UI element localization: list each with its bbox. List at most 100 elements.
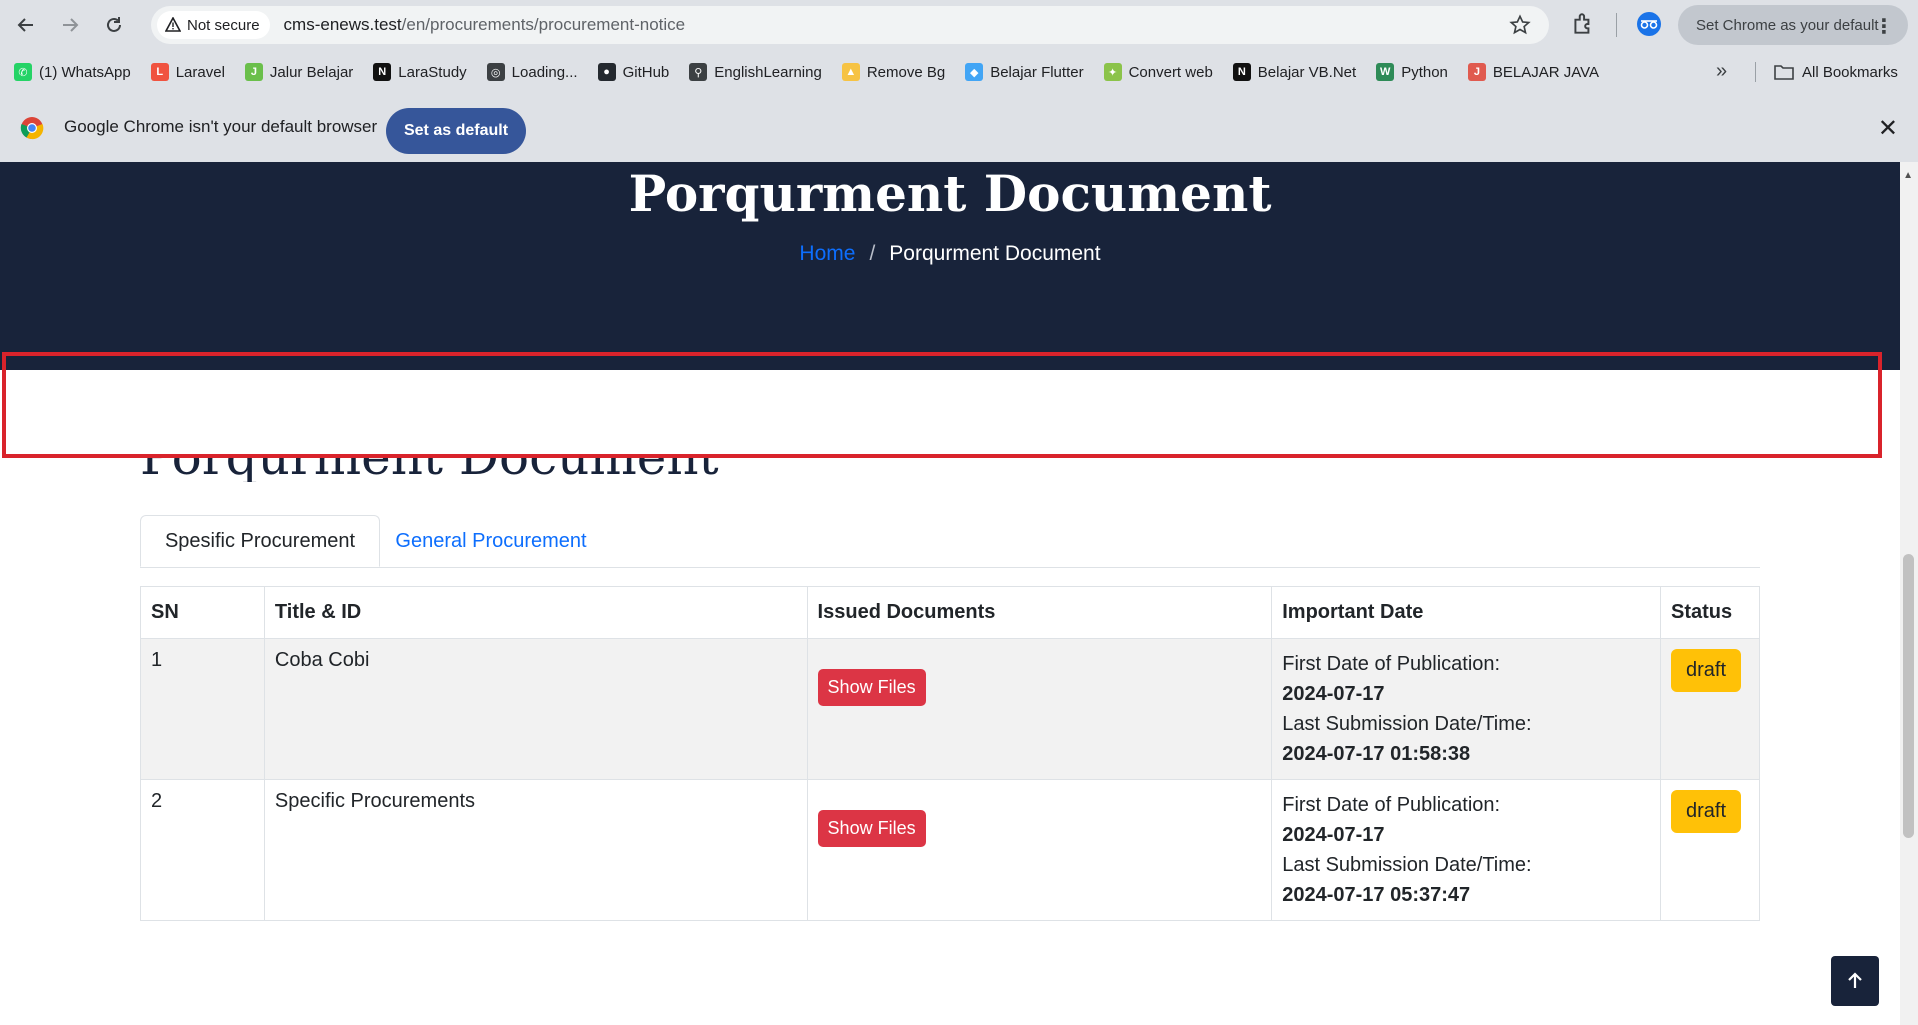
cell-sn: 2: [140, 779, 265, 921]
bookmarks-divider: [1755, 62, 1756, 82]
cell-date: First Date of Publication: 2024-07-17 La…: [1271, 638, 1661, 780]
forward-button[interactable]: [52, 7, 88, 43]
bookmark-label: Laravel: [175, 63, 225, 81]
folder-icon: [1774, 65, 1794, 80]
bookmark-label: Belajar Flutter: [990, 63, 1084, 81]
bookmark-label: Convert web: [1128, 63, 1213, 81]
bookmark-label: Python: [1401, 63, 1448, 81]
bookmark-item[interactable]: W Python: [1366, 56, 1458, 88]
bookmark-item[interactable]: ✦ Convert web: [1094, 56, 1223, 88]
bookmark-item[interactable]: J BELAJAR JAVA: [1458, 56, 1609, 88]
bookmark-label: Remove Bg: [866, 63, 946, 81]
notion-icon: N: [373, 63, 392, 81]
first-publication-value: 2024-07-17: [1282, 824, 1385, 846]
set-chrome-default-label: Set Chrome as your default: [1696, 16, 1879, 34]
toolbar-divider: [1616, 13, 1617, 37]
all-bookmarks[interactable]: All Bookmarks: [1774, 56, 1898, 88]
column-header-status: Status: [1659, 586, 1761, 639]
reload-button[interactable]: [96, 7, 132, 43]
bike-icon: ⚲: [689, 63, 708, 81]
cell-sn: 1: [140, 638, 265, 780]
scrollbar-thumb[interactable]: [1903, 554, 1914, 838]
tab-spesific-procurement[interactable]: Spesific Procurement: [140, 515, 380, 567]
bookmark-item[interactable]: ◆ Belajar Flutter: [955, 56, 1093, 88]
bookmark-item[interactable]: ▲ Remove Bg: [832, 56, 955, 88]
cell-title: Specific Procurements: [263, 779, 808, 921]
table-header-row: SN Title & ID Issued Documents Important…: [140, 586, 1761, 639]
w-icon: W: [1376, 63, 1395, 81]
bookmark-item[interactable]: L Laravel: [141, 56, 235, 88]
bookmark-label: GitHub: [622, 63, 670, 81]
set-chrome-default-chip[interactable]: Set Chrome as your default ⋮: [1678, 5, 1908, 45]
column-header-date: Important Date: [1271, 586, 1661, 639]
first-publication-label: First Date of Publication:: [1282, 794, 1501, 816]
close-icon[interactable]: ✕: [1878, 114, 1898, 143]
column-header-documents: Issued Documents: [806, 586, 1273, 639]
bookmark-item[interactable]: ⚲ EnglishLearning: [679, 56, 832, 88]
infobar-message: Google Chrome isn't your default browser: [64, 117, 378, 136]
breadcrumb-current: Porqurment Document: [889, 242, 1101, 265]
bookmark-item[interactable]: ✆ (1) WhatsApp: [4, 56, 141, 88]
cell-documents: Show Files: [806, 779, 1273, 921]
status-badge: draft: [1670, 649, 1742, 692]
page-scrollbar[interactable]: ▲: [1900, 162, 1918, 1025]
page-viewport: Porqurment Document Home / Porqurment Docu…: [0, 162, 1918, 1025]
url-path: /en/procurements/procurement-notice: [401, 15, 686, 34]
warning-icon: [165, 17, 181, 32]
bookmark-item[interactable]: ◎ Loading...: [477, 56, 588, 88]
show-files-button[interactable]: Show Files: [817, 669, 926, 706]
cell-documents: Show Files: [806, 638, 1273, 780]
bookmark-star-icon[interactable]: [1509, 14, 1531, 36]
extensions-icon[interactable]: [1570, 11, 1596, 37]
tab-general-procurement[interactable]: General Procurement: [386, 515, 596, 567]
browser-toolbar: Not secure cms-enews.test/en/procurement…: [0, 0, 1918, 50]
java-icon: J: [1467, 63, 1486, 81]
cell-title: Coba Cobi: [263, 638, 808, 780]
kebab-menu-icon[interactable]: ⋮: [1874, 14, 1894, 39]
bookmark-item[interactable]: N LaraStudy: [363, 56, 476, 88]
first-publication-label: First Date of Publication:: [1282, 653, 1501, 675]
last-submission-label: Last Submission Date/Time:: [1282, 713, 1532, 735]
bookmark-item[interactable]: J Jalur Belajar: [235, 56, 363, 88]
bookmark-item[interactable]: N Belajar VB.Net: [1223, 56, 1366, 88]
breadcrumb-separator: /: [869, 242, 876, 265]
bookmark-label: LaraStudy: [398, 63, 467, 81]
scroll-up-arrow-icon[interactable]: ▲: [1903, 170, 1913, 181]
column-header-sn: SN: [140, 586, 265, 639]
github-icon: ●: [597, 63, 616, 81]
convert-web-icon: ✦: [1103, 63, 1122, 81]
status-badge: draft: [1670, 790, 1742, 833]
breadcrumb: Home / Porqurment Document: [0, 242, 1900, 266]
bookmark-label: (1) WhatsApp: [39, 63, 131, 81]
last-submission-value: 2024-07-17 05:37:47: [1282, 884, 1471, 906]
laravel-icon: L: [150, 63, 169, 81]
table-row: 2 Specific Procurements Show Files First…: [140, 779, 1761, 921]
cell-date: First Date of Publication: 2024-07-17 La…: [1271, 779, 1661, 921]
bookmark-label: EnglishLearning: [714, 63, 822, 81]
last-submission-value: 2024-07-17 01:58:38: [1282, 743, 1471, 765]
security-chip[interactable]: Not secure: [157, 11, 270, 39]
flutter-icon: ◆: [965, 63, 984, 81]
procurement-table: SN Title & ID Issued Documents Important…: [140, 586, 1761, 921]
back-to-top-button[interactable]: [1831, 956, 1879, 1006]
table-row: 1 Coba Cobi Show Files First Date of Pub…: [140, 638, 1761, 780]
security-label: Not secure: [187, 16, 260, 34]
set-as-default-button[interactable]: Set as default: [386, 108, 526, 154]
breadcrumb-home-link[interactable]: Home: [799, 242, 855, 265]
bookmarks-bar: ✆ (1) WhatsApp L Laravel J Jalur Belajar N Lara…: [0, 50, 1918, 94]
show-files-button[interactable]: Show Files: [817, 810, 926, 847]
arrow-right-icon: [63, 18, 79, 32]
bookmarks-overflow-icon[interactable]: »: [1716, 60, 1727, 83]
back-button[interactable]: [8, 7, 44, 43]
cell-status: draft: [1659, 779, 1761, 921]
bookmark-label: Belajar VB.Net: [1257, 63, 1357, 81]
address-bar[interactable]: Not secure cms-enews.test/en/procurement…: [151, 6, 1549, 44]
default-browser-infobar: Google Chrome isn't your default browser…: [0, 94, 1918, 162]
bookmark-label: BELAJAR JAVA: [1492, 63, 1600, 81]
url-text[interactable]: cms-enews.test/en/procurements/procureme…: [284, 15, 686, 35]
chrome-logo-icon: [20, 117, 44, 140]
arrow-left-icon: [17, 18, 33, 32]
remove-bg-icon: ▲: [841, 63, 860, 81]
bookmark-item[interactable]: ● GitHub: [588, 56, 680, 88]
profile-incognito-icon[interactable]: [1636, 11, 1662, 37]
